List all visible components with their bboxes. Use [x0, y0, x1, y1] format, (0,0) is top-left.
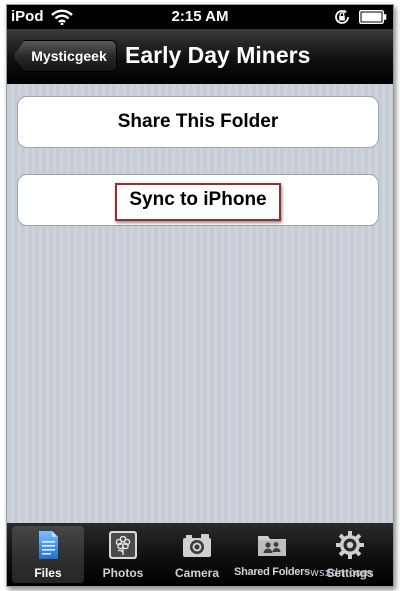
page-title: Early Day Miners — [125, 42, 311, 68]
shared-folder-icon — [258, 536, 286, 556]
camera-icon — [183, 534, 211, 557]
tab-label: Camera — [174, 566, 220, 580]
rotation-lock-icon — [335, 9, 349, 24]
share-folder-label: Share This Folder — [117, 111, 279, 132]
gear-icon — [336, 531, 364, 559]
share-folder-button[interactable]: Share This Folder — [17, 96, 379, 148]
tab-files[interactable]: Files — [12, 526, 84, 583]
tab-photos[interactable]: Photos — [87, 526, 159, 583]
content-area: Share This Folder Sync to iPhone — [7, 84, 393, 523]
document-icon — [39, 531, 58, 559]
tab-label: Photos — [102, 566, 144, 580]
tab-shared-folders[interactable]: Shared Folders — [234, 526, 310, 583]
sync-to-iphone-button[interactable]: Sync to iPhone — [17, 174, 379, 226]
tab-label: Files — [34, 566, 62, 580]
tab-label: Shared Folders — [234, 566, 310, 578]
flower-icon — [109, 531, 137, 559]
sync-to-iphone-label: Sync to iPhone — [129, 189, 267, 210]
watermark: wsxdn.com — [310, 566, 373, 579]
device-screen: iPod 2:15 AM Mysticgeek Early Day Miners… — [6, 4, 394, 587]
navigation-bar: Mysticgeek Early Day Miners — [7, 29, 393, 84]
tab-camera[interactable]: Camera — [161, 526, 233, 583]
back-button[interactable]: Mysticgeek — [13, 40, 117, 72]
battery-icon — [359, 10, 387, 24]
status-bar: iPod 2:15 AM — [7, 5, 393, 29]
